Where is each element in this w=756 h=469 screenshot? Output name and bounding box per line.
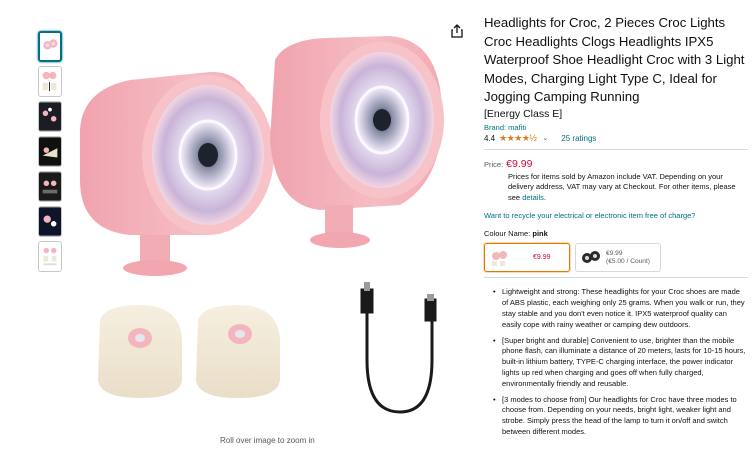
swatch-black[interactable]: €9.99 (€5.00 / Count) — [575, 243, 661, 273]
swatch-black-unit-price: (€5.00 / Count) — [606, 257, 650, 265]
rating-value: 4.4 — [484, 133, 496, 143]
thumbnail-3[interactable] — [38, 101, 62, 132]
ratings-count-link[interactable]: 25 ratings — [561, 134, 596, 143]
swatch-pink-image — [492, 250, 507, 266]
swatch-black-text: €9.99 (€5.00 / Count) — [606, 250, 650, 266]
bullet-item: Lightweight and strong: These headlights… — [493, 287, 748, 330]
vat-details-link[interactable]: details — [522, 193, 544, 202]
headlight-right-graphic — [270, 36, 444, 248]
product-title: Headlights for Croc, 2 Pieces Croc Light… — [484, 15, 745, 105]
vat-note-end: . — [543, 192, 546, 202]
recycle-link[interactable]: Want to recycle your electrical or elect… — [484, 211, 748, 220]
bullet-item: [3 modes to choose from] Our headlights … — [493, 395, 748, 438]
main-product-image[interactable] — [70, 20, 450, 432]
colour-label: Colour Name: — [484, 229, 531, 239]
thumbnail-2[interactable] — [38, 66, 62, 97]
thumbnail-7[interactable] — [38, 241, 62, 272]
star-rating-icon[interactable]: ★★★★½ — [499, 133, 537, 144]
thumbnail-1[interactable] — [38, 31, 62, 62]
colour-swatches: €9.99 €9.99 (€5.00 / Count) — [484, 243, 748, 273]
thumbnail-6[interactable] — [38, 206, 62, 237]
vat-note: Prices for items sold by Amazon include … — [508, 172, 738, 204]
rating-row: 4.4 ★★★★½ ⌄ 25 ratings — [484, 133, 748, 144]
colour-label-row: Colour Name: pink — [484, 229, 748, 238]
swatch-black-image — [582, 250, 600, 263]
chevron-down-icon[interactable]: ⌄ — [542, 134, 548, 142]
product-info-panel: Headlights for Croc, 2 Pieces Croc Light… — [484, 14, 748, 443]
price-row: Price: €9.99 — [484, 158, 748, 170]
bullet-item: [Super bright and durable] Convenient to… — [493, 336, 748, 390]
brand-link[interactable]: Brand: mafiti — [484, 123, 748, 132]
swatch-pink-price: €9.99 — [533, 254, 551, 262]
thumbnail-4[interactable] — [38, 136, 62, 167]
energy-class-link[interactable]: [Energy Class E] — [484, 108, 748, 120]
shoes-graphic — [98, 305, 280, 398]
zoom-hint: Roll over image to zoom in — [220, 436, 315, 445]
thumbnail-5[interactable] — [38, 171, 62, 202]
swatch-pink[interactable]: €9.99 — [484, 243, 570, 273]
swatch-black-price: €9.99 — [606, 249, 623, 257]
colour-value: pink — [532, 229, 548, 239]
price-label: Price: — [484, 159, 504, 169]
price-value: €9.99 — [506, 157, 533, 170]
divider — [484, 277, 748, 279]
share-icon[interactable] — [450, 24, 464, 38]
thumbnail-list — [38, 31, 64, 276]
usb-cable-graphic — [360, 282, 437, 414]
divider — [484, 148, 748, 150]
feature-bullets: Lightweight and strong: These headlights… — [484, 287, 748, 437]
headlight-left-graphic — [80, 71, 274, 276]
